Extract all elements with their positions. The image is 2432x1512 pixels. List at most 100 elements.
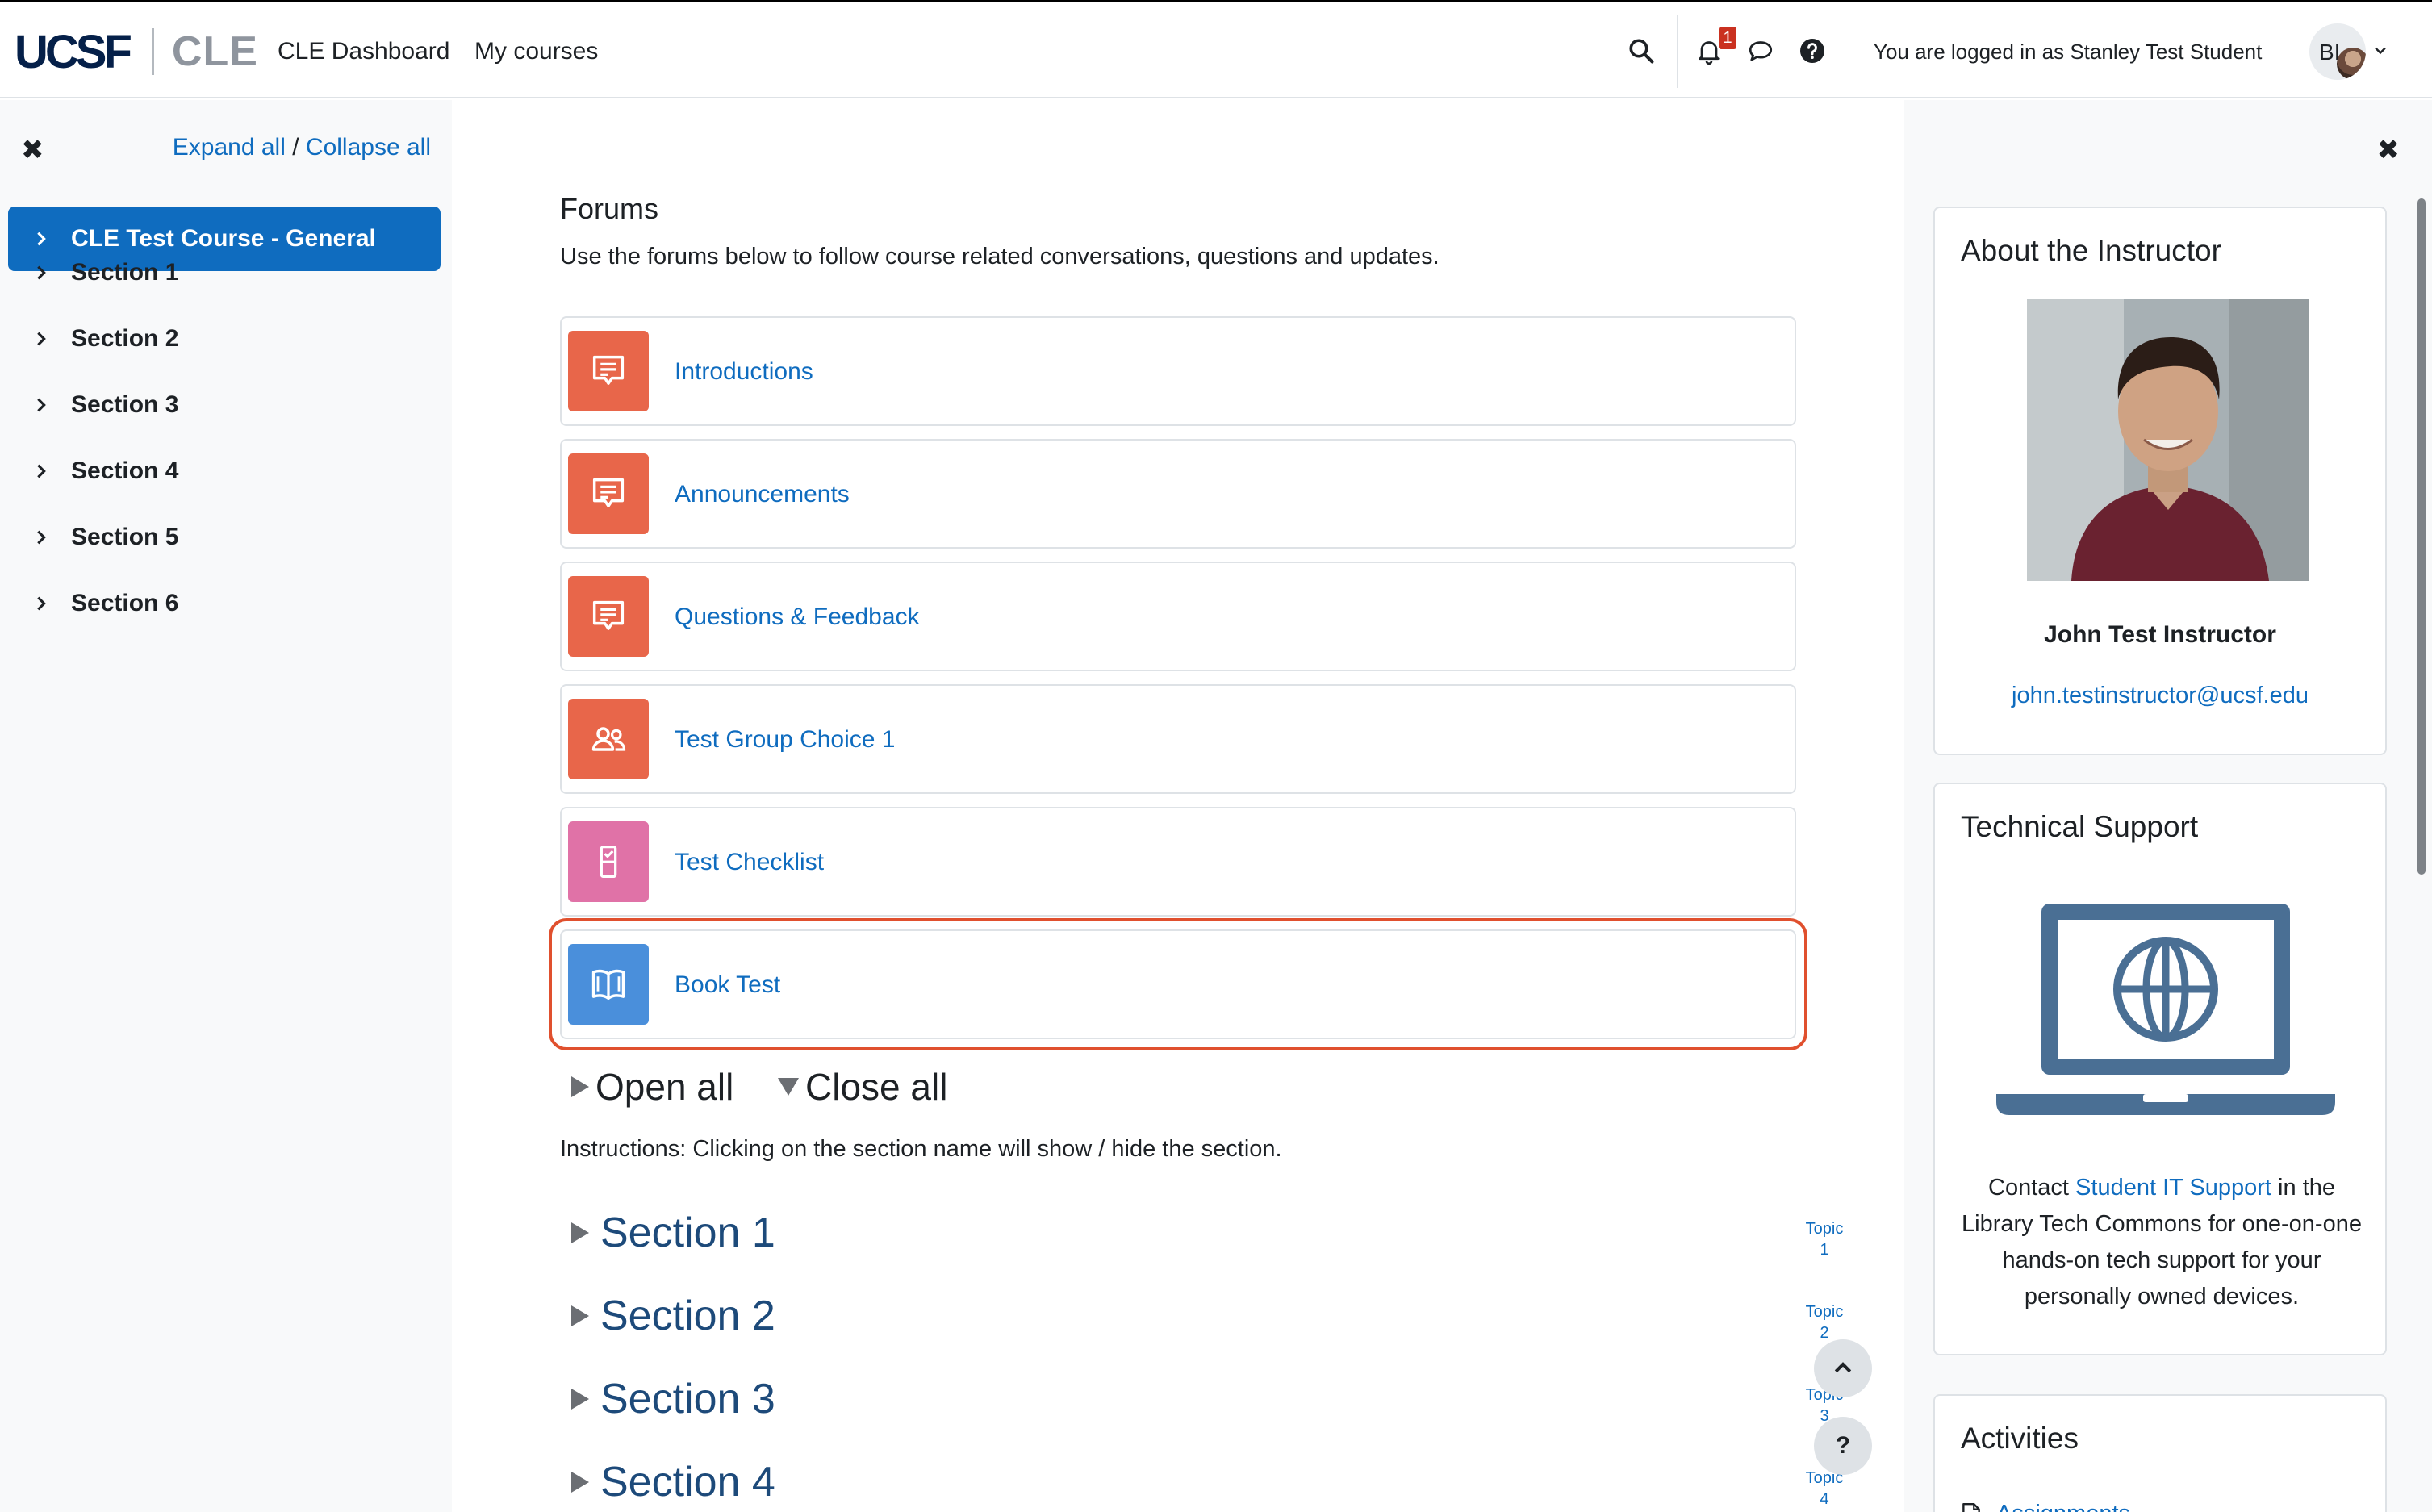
question-mark-icon: ?: [1835, 1432, 1851, 1459]
activity-link[interactable]: Test Checklist: [675, 849, 824, 876]
activity-questions-feedback[interactable]: Questions & Feedback: [560, 562, 1796, 671]
topic-word: Topic: [1805, 1220, 1844, 1238]
topic-link-1[interactable]: Topic 1: [1796, 1218, 1853, 1260]
triangle-down-icon: [778, 1078, 799, 1096]
blocks-scrollbar[interactable]: [2417, 198, 2426, 875]
student-it-support-link[interactable]: Student IT Support: [2075, 1175, 2271, 1201]
course-index-item-section-6[interactable]: Section 6: [8, 571, 441, 636]
instructor-photo: [2027, 299, 2309, 581]
activity-test-group-choice[interactable]: Test Group Choice 1: [560, 684, 1796, 794]
course-index-label: Section 2: [71, 325, 179, 352]
checklist-icon: [568, 821, 649, 902]
main-content: Forums Use the forums below to follow co…: [452, 100, 1904, 1512]
notification-count-badge: 1: [1719, 27, 1736, 49]
navbar-divider: [1677, 15, 1678, 88]
activity-link[interactable]: Test Group Choice 1: [675, 726, 895, 754]
section-title: Section 3: [600, 1376, 775, 1422]
expand-collapse-links: Expand all / Collapse all: [173, 134, 431, 161]
triangle-right-icon: [571, 1389, 589, 1410]
instructor-email-link[interactable]: john.testinstructor@ucsf.edu: [1935, 683, 2385, 709]
course-index-item-section-4[interactable]: Section 4: [8, 439, 441, 503]
section-toggle-1[interactable]: Section 1: [570, 1209, 775, 1257]
cle-logo-text: CLE: [171, 28, 258, 75]
ucsf-logo-text: UCSF: [15, 25, 132, 78]
forums-description: Use the forums below to follow course re…: [560, 244, 1440, 269]
search-icon[interactable]: [1627, 36, 1656, 65]
collapse-all-link[interactable]: Collapse all: [306, 134, 431, 161]
activity-link[interactable]: Questions & Feedback: [675, 604, 920, 631]
file-icon: [1962, 1502, 1980, 1512]
close-blocks-drawer-icon[interactable]: ✖: [2377, 134, 2401, 166]
assignments-link[interactable]: Assignments: [1961, 1501, 2130, 1512]
triangle-right-icon: [571, 1472, 589, 1493]
activity-link[interactable]: Book Test: [675, 971, 780, 999]
section-toggle-3[interactable]: Section 3: [570, 1375, 775, 1423]
activity-introductions[interactable]: Introductions: [560, 316, 1796, 426]
chevron-right-icon: [37, 530, 46, 545]
course-index-label: Section 3: [71, 391, 179, 418]
chevron-down-icon[interactable]: [2372, 43, 2388, 59]
activity-link[interactable]: Announcements: [675, 481, 850, 508]
messages-icon[interactable]: [1746, 36, 1775, 65]
course-index-item-section-2[interactable]: Section 2: [8, 307, 441, 371]
laptop-globe-icon: [1996, 904, 2335, 1115]
chevron-right-icon: [37, 332, 46, 346]
course-index-drawer: ✖ Expand all / Collapse all CLE Test Cou…: [0, 100, 452, 1512]
support-text-before: Contact: [1988, 1175, 2076, 1201]
forum-icon: [568, 453, 649, 534]
activity-link[interactable]: Introductions: [675, 358, 813, 386]
help-icon[interactable]: [1798, 36, 1827, 65]
section-title: Section 1: [600, 1209, 775, 1256]
chevron-right-icon: [37, 265, 46, 280]
topic-word: Topic: [1805, 1303, 1844, 1321]
course-index-item-section-5[interactable]: Section 5: [8, 505, 441, 570]
blocks-drawer: ✖ About the Instructor John Test Instruc…: [1904, 100, 2432, 1512]
course-index-item-section-1[interactable]: Section 1: [8, 240, 441, 305]
course-index-label: Section 1: [71, 259, 179, 286]
book-icon: [568, 944, 649, 1025]
open-all-label: Open all: [595, 1066, 734, 1108]
section-title: Section 4: [600, 1459, 775, 1506]
close-drawer-icon[interactable]: ✖: [21, 134, 44, 166]
expand-all-link[interactable]: Expand all: [173, 134, 286, 161]
block-title: About the Instructor: [1961, 234, 2221, 267]
logo-divider: [151, 28, 154, 75]
avatar-photo: [2337, 48, 2366, 80]
block-title: Activities: [1961, 1422, 2079, 1455]
close-all-toggle[interactable]: Close all: [776, 1065, 947, 1109]
activity-test-checklist[interactable]: Test Checklist: [560, 807, 1796, 917]
section-toggle-2[interactable]: Section 2: [570, 1292, 775, 1340]
expand-collapse-separator: /: [292, 134, 299, 161]
section-title: Section 2: [600, 1293, 775, 1339]
forum-icon: [568, 331, 649, 411]
triangle-right-icon: [571, 1076, 589, 1097]
nav-link-dashboard[interactable]: CLE Dashboard: [278, 38, 449, 65]
topic-number: 1: [1820, 1241, 1829, 1259]
chevron-right-icon: [37, 596, 46, 611]
close-all-label: Close all: [805, 1066, 948, 1108]
chevron-up-icon: [1834, 1362, 1852, 1373]
topic-link-2[interactable]: Topic 2: [1796, 1301, 1853, 1343]
support-text: Contact Student IT Support in the Librar…: [1959, 1170, 2364, 1315]
activities-block: Activities Assignments: [1933, 1394, 2387, 1512]
triangle-right-icon: [571, 1305, 589, 1326]
instructions-text: Instructions: Clicking on the section na…: [560, 1136, 1282, 1162]
forums-heading: Forums: [560, 192, 659, 225]
site-logo[interactable]: UCSF CLE: [15, 25, 258, 78]
group-choice-icon: [568, 699, 649, 779]
back-to-top-button[interactable]: [1814, 1339, 1872, 1397]
user-avatar[interactable]: BI: [2309, 23, 2366, 80]
section-toggle-4[interactable]: Section 4: [570, 1458, 775, 1506]
activity-book-test[interactable]: Book Test: [549, 918, 1807, 1050]
about-instructor-block: About the Instructor John Test Instructo…: [1933, 207, 2387, 755]
forum-icon: [568, 576, 649, 657]
help-button[interactable]: ?: [1814, 1417, 1872, 1475]
block-title: Technical Support: [1961, 810, 2199, 843]
triangle-right-icon: [571, 1222, 589, 1243]
technical-support-block: Technical Support Contact Student IT Sup…: [1933, 783, 2387, 1355]
nav-link-my-courses[interactable]: My courses: [474, 38, 598, 65]
activity-announcements[interactable]: Announcements: [560, 439, 1796, 549]
course-index-item-section-3[interactable]: Section 3: [8, 373, 441, 437]
open-all-toggle[interactable]: Open all: [570, 1065, 733, 1109]
assignments-label: Assignments: [1996, 1501, 2130, 1512]
